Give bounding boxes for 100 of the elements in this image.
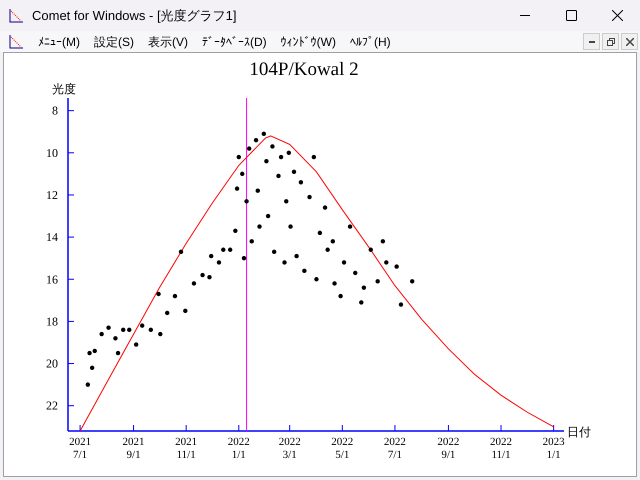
x-tick-label: 2022 7/1 [384,436,406,461]
close-icon [612,10,622,21]
observation-dot [240,172,244,176]
observation-dot [362,285,366,290]
observation-dot [156,292,161,296]
child-restore-button[interactable] [602,33,619,50]
observation-dot [172,294,178,298]
x-axis-label: 日付 [567,425,591,439]
observation-dot [342,260,346,265]
observation-dot [314,277,319,282]
observation-dot [359,300,364,305]
observation-dot [209,254,214,258]
x-tick-label: 2021 7/1 [69,436,92,461]
restore-icon [606,38,614,46]
observation-dot [266,214,270,218]
observation-dot [234,186,240,191]
observation-dot [158,332,162,336]
observation-dot [113,336,118,340]
observation-dot [106,326,111,330]
observation-dot [348,224,352,229]
observation-dot [165,310,170,316]
observation-dot [307,194,312,200]
observation-dot [292,170,296,174]
observation-dot [242,256,246,260]
y-axis-label: 光度 [52,82,76,96]
child-close-button[interactable] [621,33,638,50]
observation-dot [298,180,304,184]
observation-dot [200,272,205,278]
x-tick-label: 2021 9/1 [122,436,145,461]
observation-dot [368,248,373,252]
menu-item[interactable]: ﾃﾞｰﾀﾍﾞｰｽ(D) [196,32,273,50]
observation-dot [264,159,269,164]
observation-dot [312,154,316,160]
observation-dot [288,224,293,229]
y-tick-label: 14 [46,230,58,244]
menu-item[interactable]: ﾒﾆｭｰ(M) [32,32,86,50]
observation-dot [272,250,276,254]
observation-dot [332,281,337,286]
observation-dot [384,260,388,265]
x-tick-label: 2022 5/1 [331,436,354,461]
x-tick-label: 2022 3/1 [278,436,301,461]
x-tick-label: 2023 1/1 [542,436,565,461]
observation-dot [90,366,94,370]
observation-dot [250,239,254,244]
y-tick-label: 10 [46,146,58,160]
observation-dot [236,154,241,160]
observation-dot [121,328,126,332]
observation-dot [183,308,188,314]
y-tick-label: 12 [46,188,58,202]
minimize-icon [588,40,594,42]
observation-dot [262,132,266,136]
observation-dot [127,328,132,332]
x-tick-label: 2022 9/1 [437,436,460,461]
menu-item[interactable]: ﾍﾙﾌﾟ(H) [344,32,397,50]
observation-dot [325,248,330,252]
observation-dot [282,260,287,265]
observation-dot [228,248,232,252]
observation-dot [394,264,399,269]
observation-dot [276,174,281,178]
maximize-icon [566,10,576,21]
y-tick-label: 8 [52,104,58,118]
observation-dot [257,224,262,229]
minimize-icon [520,15,530,16]
y-tick-label: 22 [46,398,58,413]
y-tick-label: 20 [46,356,58,371]
observation-dot [86,382,90,387]
close-icon [626,38,634,46]
observation-dot [270,144,275,149]
observation-dot [322,205,328,210]
observation-dot [338,294,343,298]
menu-item[interactable]: 表示(V) [142,32,194,50]
x-tick-label: 2022 11/1 [490,436,512,461]
observation-dot [302,268,307,274]
observation-dot [256,188,260,193]
menu-item[interactable]: ｳｨﾝﾄﾞｳ(W) [274,32,342,50]
observation-dot [246,146,252,151]
observation-dot [116,350,120,356]
x-tick-label: 2021 11/1 [175,436,198,461]
y-tick-label: 18 [46,314,58,328]
observation-dot [286,150,292,155]
observation-dot [318,230,322,236]
observation-dot [375,279,380,284]
observation-dot [134,342,138,347]
window-title: Comet for Windows - [光度グラフ1] [32,6,236,25]
chart-title: 104P/Kowal 2 [249,59,359,80]
app-icon [8,8,24,24]
observation-dot [398,302,404,307]
observation-dot [410,279,414,284]
observation-dot [216,260,222,265]
observation-dot [207,274,212,280]
child-minimize-button[interactable] [583,33,600,50]
observation-dot [221,248,226,252]
app-icon [8,34,24,50]
observation-dot [192,281,196,286]
observation-dot [380,239,386,244]
observation-dot [99,332,104,336]
menu-item[interactable]: 設定(S) [88,32,140,50]
observation-dot [254,138,258,142]
y-tick-label: 16 [46,272,58,286]
observation-dot [148,328,153,332]
